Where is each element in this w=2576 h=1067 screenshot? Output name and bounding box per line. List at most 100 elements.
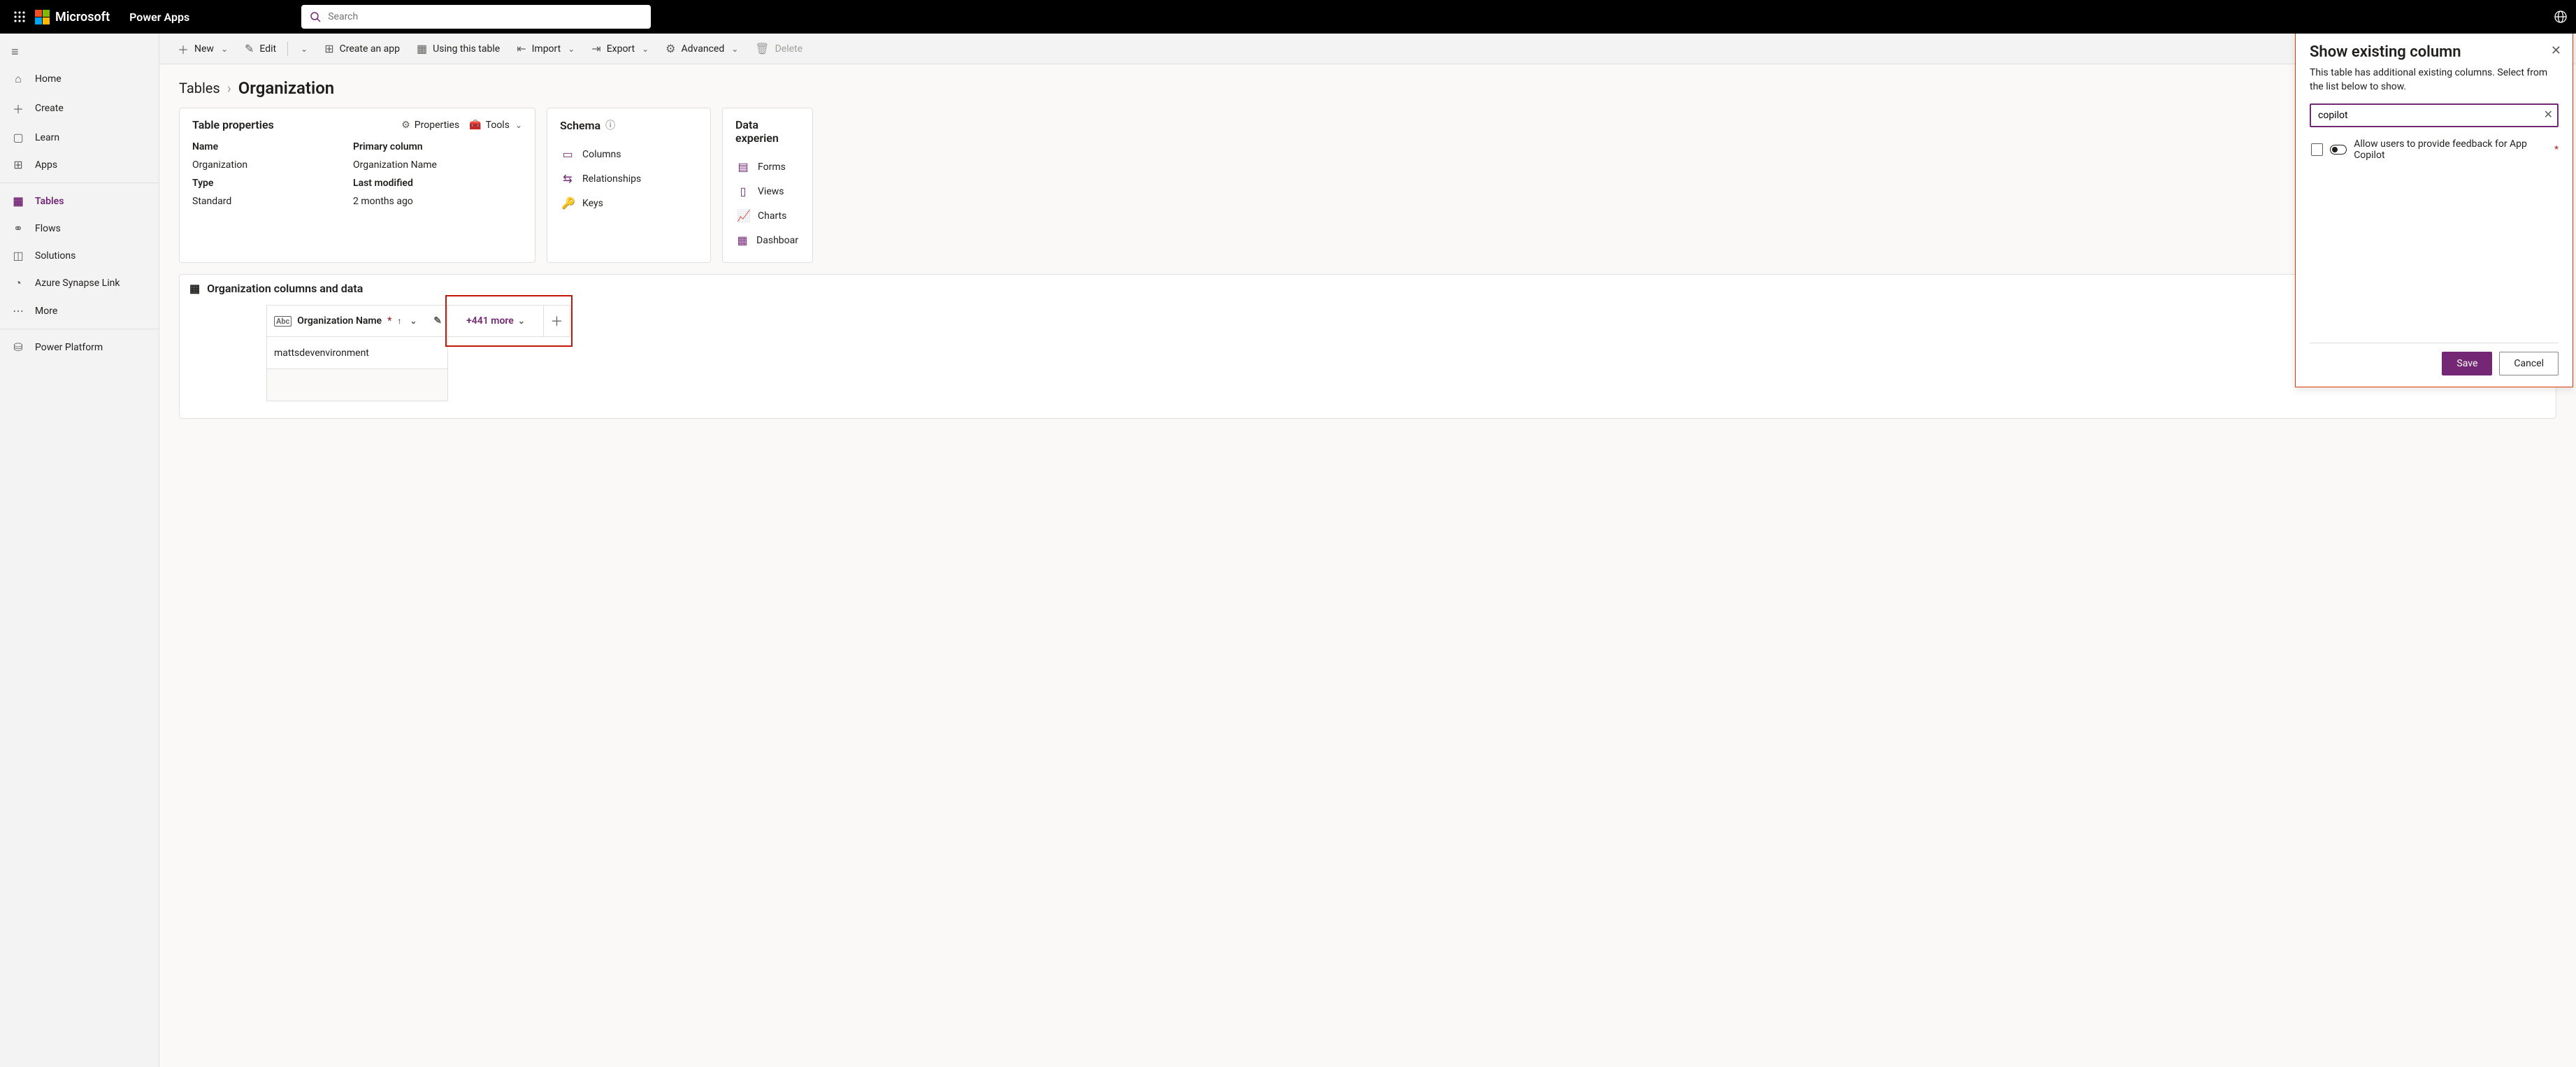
hamburger-icon[interactable]: ≡: [0, 39, 159, 65]
modified-label: Last modified: [353, 178, 522, 189]
nav-flows[interactable]: ⚭ Flows: [0, 215, 159, 242]
advanced-button[interactable]: ⚙Advanced⌄: [659, 38, 745, 59]
properties-link[interactable]: ⚙Properties: [401, 120, 459, 131]
keys-link[interactable]: 🔑Keys: [560, 191, 698, 215]
more-label: +441 more: [466, 315, 514, 327]
more-columns-button[interactable]: +441 more ⌄: [448, 315, 543, 327]
edit-chevron[interactable]: ⌄: [292, 40, 315, 58]
microsoft-logo: Microsoft: [35, 10, 129, 24]
pencil-icon: ✎: [245, 42, 254, 55]
more-columns-cell: +441 more ⌄ ＋: [448, 305, 570, 337]
forms-link[interactable]: ▤Forms: [735, 155, 800, 179]
nav-home[interactable]: ⌂Home: [0, 65, 159, 93]
sort-asc-icon: ↑: [397, 316, 401, 326]
save-button[interactable]: Save: [2442, 352, 2492, 375]
globe-icon[interactable]: [2554, 10, 2568, 24]
plus-icon: ＋: [178, 41, 189, 57]
nav-label: Create: [35, 103, 64, 114]
nav-label: Flows: [35, 223, 61, 234]
chevron-down-icon: ⌄: [642, 44, 649, 54]
edit-button[interactable]: ✎Edit: [238, 38, 283, 59]
create-app-button[interactable]: ⊞ Create an app: [317, 38, 407, 59]
app-name[interactable]: Power Apps: [129, 10, 189, 24]
delete-button[interactable]: 🗑Delete: [748, 38, 810, 59]
waffle-icon[interactable]: [8, 11, 31, 22]
card-title: Data experien: [735, 118, 800, 145]
column-name: Organization Name: [297, 315, 382, 327]
nav-apps[interactable]: ⊞Apps: [0, 151, 159, 178]
relationships-link[interactable]: ⇆Relationships: [560, 166, 698, 191]
nav-more[interactable]: ⋯More: [0, 297, 159, 324]
chevron-right-icon: ›: [227, 80, 231, 96]
link-label: Charts: [758, 210, 786, 222]
import-button[interactable]: ⇤Import⌄: [510, 38, 582, 59]
new-button[interactable]: ＋New⌄: [171, 36, 235, 62]
left-nav: ≡ ⌂Home ＋Create ▢Learn ⊞Apps ▦Tables ⚭ Fl…: [0, 34, 159, 1067]
using-table-button[interactable]: ▦Using this table: [410, 38, 507, 59]
nav-solutions[interactable]: ◫Solutions: [0, 242, 159, 269]
data-cell[interactable]: mattsdevenvironment: [266, 337, 448, 369]
nav-create[interactable]: ＋Create: [0, 93, 159, 124]
toolbox-icon: 🧰: [469, 120, 481, 131]
solutions-icon: ◫: [11, 249, 25, 262]
clear-search-icon[interactable]: ✕: [2544, 108, 2553, 121]
more-icon: ⋯: [11, 304, 25, 317]
table-properties-card: Table properties ⚙Properties 🧰Tools⌄ Nam…: [179, 108, 535, 263]
dashboards-link[interactable]: ▦Dashboar: [735, 228, 800, 252]
required-asterisk: *: [387, 315, 391, 327]
link-label: Properties: [415, 120, 459, 131]
nav-tables[interactable]: ▦Tables: [0, 187, 159, 215]
column-result-row[interactable]: Allow users to provide feedback for App …: [2310, 137, 2559, 343]
column-header-orgname[interactable]: Abc Organization Name* ↑ ⌄ ✎: [266, 305, 448, 337]
nav-label: Azure Synapse Link: [35, 278, 120, 289]
forms-icon: ▤: [737, 160, 749, 173]
column-search-input[interactable]: [2310, 103, 2559, 127]
close-button[interactable]: ✕: [2551, 43, 2561, 58]
global-search[interactable]: [301, 5, 651, 29]
nav-learn[interactable]: ▢Learn: [0, 124, 159, 151]
chevron-down-icon: ⌄: [518, 316, 525, 326]
charts-link[interactable]: 📈Charts: [735, 203, 800, 228]
cancel-button[interactable]: Cancel: [2499, 352, 2559, 375]
chevron-down-icon[interactable]: ⌄: [410, 316, 417, 326]
views-link[interactable]: ▯Views: [735, 179, 800, 203]
book-icon: ▢: [11, 131, 25, 144]
nav-label: Home: [35, 73, 62, 85]
name-value: Organization: [192, 159, 353, 171]
primary-label: Primary column: [353, 141, 522, 152]
views-icon: ▯: [737, 185, 749, 198]
schema-card: Schema ⓘ ▭Columns ⇆Relationships 🔑Keys: [547, 108, 711, 263]
ms-tiles-icon: [35, 10, 50, 24]
top-bar: Microsoft Power Apps: [0, 0, 2576, 34]
add-column-button[interactable]: ＋: [543, 306, 570, 336]
nav-power-platform[interactable]: ⛁Power Platform: [0, 334, 159, 361]
link-label: Columns: [582, 149, 621, 160]
card-title: Table properties: [192, 118, 274, 131]
link-label: Dashboar: [756, 235, 798, 246]
edit-column-icon[interactable]: ✎: [433, 315, 442, 327]
search-input[interactable]: [321, 11, 642, 22]
empty-row[interactable]: [266, 369, 448, 401]
nav-label: Power Platform: [35, 342, 103, 353]
checkbox[interactable]: [2311, 143, 2323, 156]
chevron-down-icon: ⌄: [568, 44, 575, 54]
nav-label: Apps: [35, 159, 57, 171]
export-button[interactable]: ⇥Export⌄: [584, 38, 656, 59]
flows-icon: ⚭: [11, 222, 25, 235]
type-label: Type: [192, 178, 353, 189]
relationships-icon: ⇆: [561, 172, 574, 185]
data-experiences-card: Data experien ▤Forms ▯Views 📈Charts ▦Das…: [722, 108, 813, 263]
nav-synapse[interactable]: ◔Azure Synapse Link: [0, 269, 159, 297]
columns-link[interactable]: ▭Columns: [560, 142, 698, 166]
breadcrumb-root[interactable]: Tables: [179, 80, 220, 96]
btn-label: Create an app: [340, 43, 400, 55]
info-icon[interactable]: ⓘ: [605, 118, 615, 132]
brand-name: Microsoft: [55, 10, 110, 24]
tables-icon: ▦: [11, 194, 25, 208]
name-label: Name: [192, 141, 353, 152]
link-label: Keys: [582, 198, 603, 209]
app-icon: ⊞: [324, 42, 333, 55]
primary-value: Organization Name: [353, 159, 522, 171]
tools-link[interactable]: 🧰Tools⌄: [469, 120, 522, 131]
export-icon: ⇥: [591, 42, 600, 55]
